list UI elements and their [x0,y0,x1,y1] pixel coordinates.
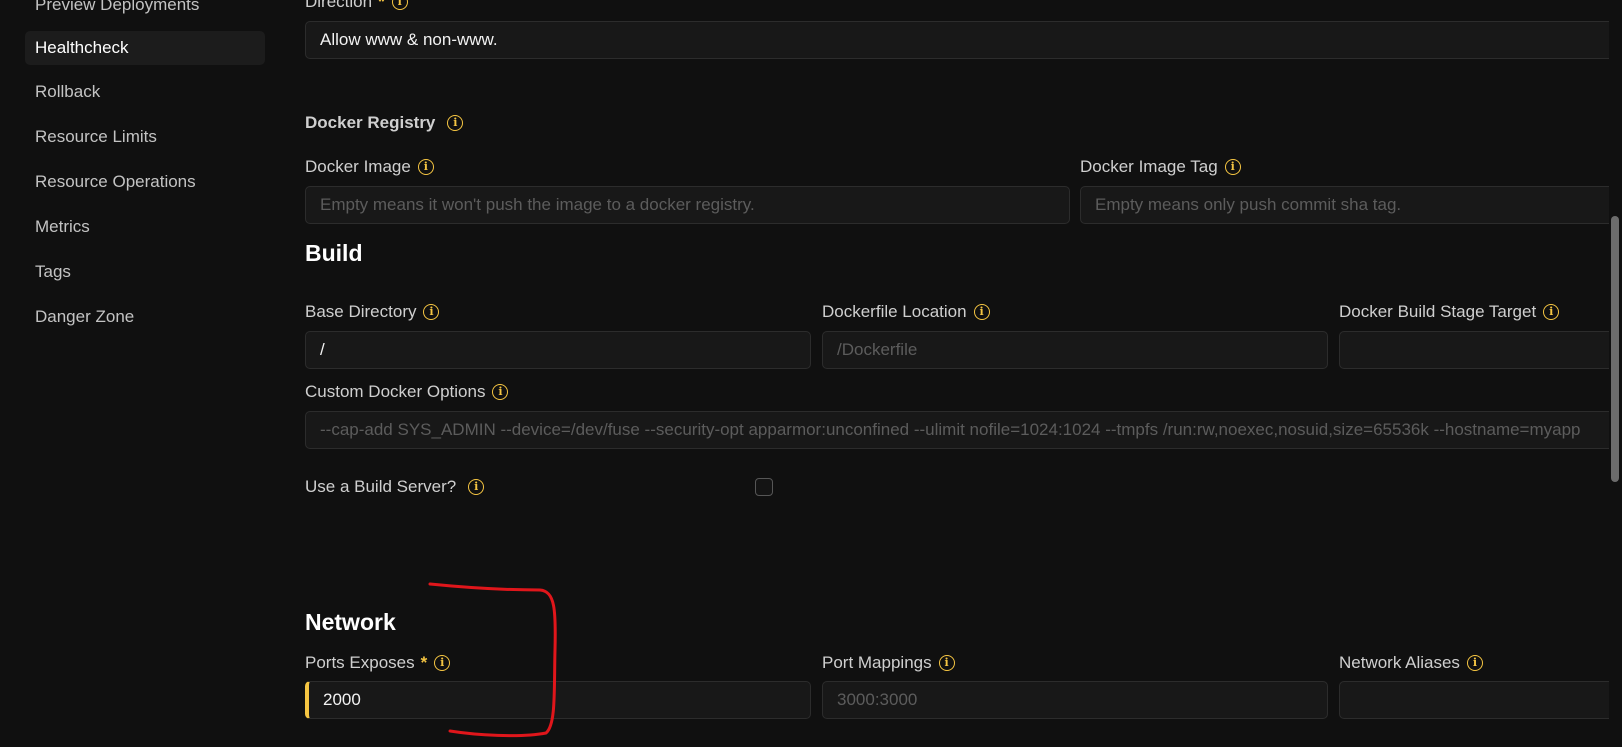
network-aliases-input[interactable] [1339,681,1622,719]
required-mark: * [378,0,385,11]
direction-label: Direction * i [305,0,408,12]
build-stage-target-label-text: Docker Build Stage Target [1339,302,1537,321]
required-mark: * [420,653,428,672]
info-icon[interactable]: i [447,115,464,131]
build-heading: Build [305,240,363,266]
info-icon[interactable]: i [1543,304,1560,320]
info-icon[interactable]: i [468,479,485,495]
custom-docker-options-label-text: Custom Docker Options [305,382,486,401]
network-aliases-label-text: Network Aliases [1339,653,1460,672]
build-server-label: Use a Build Server? i [305,477,485,497]
main-content: Direction * i Allow www & non-www. Docke… [0,0,1622,747]
network-aliases-label: Network Aliases i [1339,653,1483,673]
custom-docker-options-input[interactable]: --cap-add SYS_ADMIN --device=/dev/fuse -… [305,411,1622,449]
port-mappings-label: Port Mappings i [822,653,955,673]
build-stage-target-label: Docker Build Stage Target i [1339,302,1560,322]
base-directory-label: Base Directory i [305,302,440,322]
base-directory-input[interactable]: / [305,331,811,369]
custom-docker-options-label: Custom Docker Options i [305,382,509,402]
ports-exposes-label: Ports Exposes * i [305,653,451,673]
build-server-label-text: Use a Build Server? [305,477,457,496]
info-icon[interactable]: i [417,159,434,175]
docker-image-tag-label: Docker Image Tag i [1080,157,1241,177]
info-icon[interactable]: i [434,655,451,671]
docker-image-input[interactable]: Empty means it won't push the image to a… [305,186,1070,224]
direction-label-text: Direction [305,0,373,11]
info-icon[interactable]: i [1466,655,1483,671]
info-icon[interactable]: i [938,655,955,671]
docker-image-label: Docker Image i [305,157,434,177]
docker-image-tag-input[interactable]: Empty means only push commit sha tag. [1080,186,1622,224]
info-icon[interactable]: i [492,384,509,400]
dockerfile-location-label-text: Dockerfile Location [822,302,967,321]
port-mappings-label-text: Port Mappings [822,653,932,672]
build-stage-target-input[interactable] [1339,331,1622,369]
dockerfile-location-label: Dockerfile Location i [822,302,990,322]
info-icon[interactable]: i [391,0,408,10]
info-icon[interactable]: i [423,304,440,320]
port-mappings-input[interactable]: 3000:3000 [822,681,1328,719]
info-icon[interactable]: i [1224,159,1241,175]
direction-select[interactable]: Allow www & non-www. [305,21,1622,59]
docker-image-label-text: Docker Image [305,157,411,176]
dockerfile-location-input[interactable]: /Dockerfile [822,331,1328,369]
base-directory-label-text: Base Directory [305,302,417,321]
info-icon[interactable]: i [973,304,990,320]
docker-image-tag-label-text: Docker Image Tag [1080,157,1218,176]
network-heading: Network [305,609,396,635]
build-server-checkbox[interactable] [755,478,773,496]
scrollbar-thumb[interactable] [1611,216,1619,482]
ports-exposes-label-text: Ports Exposes [305,653,415,672]
docker-registry-heading: Docker Registry i [305,113,464,133]
ports-exposes-input[interactable]: 2000 [305,681,811,719]
docker-registry-title: Docker Registry [305,113,436,132]
